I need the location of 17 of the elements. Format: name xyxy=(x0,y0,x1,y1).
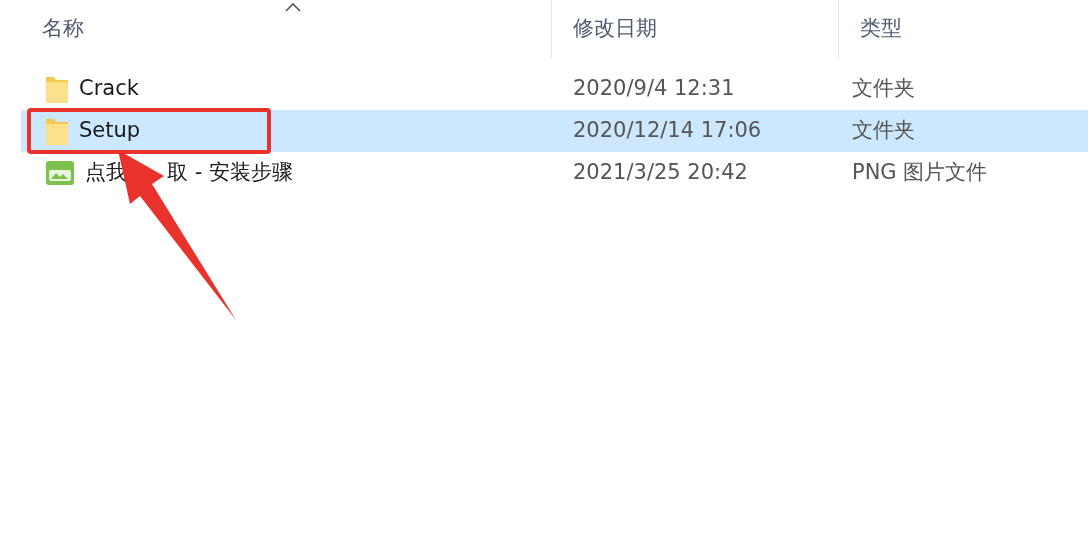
image-file-icon xyxy=(45,160,75,186)
file-type: 文件夹 xyxy=(852,118,915,143)
modified-date: 2020/9/4 12:31 xyxy=(573,76,735,101)
column-header[interactable]: 名称 xyxy=(42,13,84,45)
file-type: 文件夹 xyxy=(852,76,915,101)
file-row[interactable]: Setup 2020/12/14 17:06 文件夹 xyxy=(21,110,1088,152)
column-header[interactable]: 类型 xyxy=(860,13,902,45)
file-name: Crack xyxy=(79,75,139,103)
modified-date: 2021/3/25 20:42 xyxy=(573,160,748,185)
folder-icon xyxy=(45,116,69,146)
file-type: PNG 图片文件 xyxy=(852,160,988,185)
file-name: Setup xyxy=(79,117,141,145)
folder-icon xyxy=(45,74,69,104)
column-header[interactable]: 修改日期 xyxy=(573,13,657,45)
sort-ascending-icon xyxy=(285,3,301,12)
modified-date: 2020/12/14 17:06 xyxy=(573,118,762,143)
file-name-part: 取 - 安装步骤 xyxy=(167,159,293,187)
